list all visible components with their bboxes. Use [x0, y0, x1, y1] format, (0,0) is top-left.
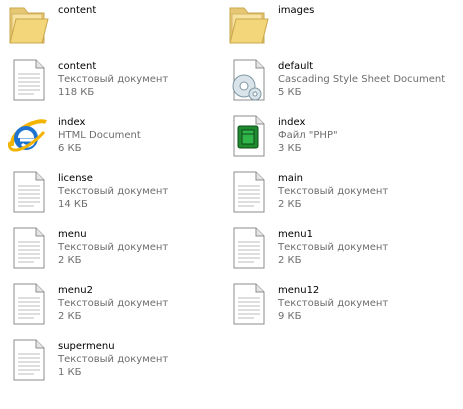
php-document-icon [224, 112, 272, 160]
file-type: Cascading Style Sheet Document [278, 74, 446, 85]
text-document-icon [224, 224, 272, 272]
file-tile-content-folder[interactable]: content [0, 0, 230, 56]
file-name: content [58, 5, 97, 16]
internet-explorer-icon [4, 112, 52, 160]
text-document-icon [4, 280, 52, 328]
file-size: 2 КБ [58, 311, 82, 322]
file-name: menu12 [278, 285, 320, 296]
file-tile-view: content images content Текстовый докумен… [0, 0, 463, 409]
file-size: 9 КБ [278, 311, 302, 322]
file-name: index [278, 117, 306, 128]
file-type: Текстовый документ [58, 242, 169, 253]
file-tile-index-html[interactable]: index HTML Document 6 КБ [0, 112, 230, 168]
file-tile-index-php[interactable]: index Файл "PHP" 3 КБ [220, 112, 450, 168]
file-name: menu1 [278, 229, 313, 240]
file-size: 6 КБ [58, 143, 82, 154]
file-size: 2 КБ [278, 199, 302, 210]
file-tile-menu12-txt[interactable]: menu12 Текстовый документ 9 КБ [220, 280, 450, 336]
file-type: Текстовый документ [58, 74, 169, 85]
file-size: 118 КБ [58, 87, 95, 98]
file-type: Текстовый документ [278, 298, 389, 309]
file-type: Текстовый документ [278, 242, 389, 253]
file-size: 2 КБ [278, 255, 302, 266]
file-type: HTML Document [58, 130, 141, 141]
file-tile-images-folder[interactable]: images [220, 0, 450, 56]
text-document-icon [4, 336, 52, 384]
file-name: images [278, 5, 315, 16]
file-tile-supermenu-txt[interactable]: supermenu Текстовый документ 1 КБ [0, 336, 230, 392]
text-document-icon [4, 168, 52, 216]
file-tile-main-txt[interactable]: main Текстовый документ 2 КБ [220, 168, 450, 224]
text-document-icon [4, 224, 52, 272]
file-size: 14 КБ [58, 199, 88, 210]
file-size: 5 КБ [278, 87, 302, 98]
file-tile-default-css[interactable]: default Cascading Style Sheet Document 5… [220, 56, 450, 112]
folder-icon [4, 0, 52, 48]
file-name: index [58, 117, 86, 128]
file-tile-menu2-txt[interactable]: menu2 Текстовый документ 2 КБ [0, 280, 230, 336]
file-size: 1 КБ [58, 367, 82, 378]
text-document-icon [224, 280, 272, 328]
file-type: Текстовый документ [58, 186, 169, 197]
file-type: Текстовый документ [278, 186, 389, 197]
file-name: menu [58, 229, 87, 240]
file-name: content [58, 61, 97, 72]
file-name: supermenu [58, 341, 115, 352]
file-type: Файл "PHP" [278, 130, 338, 141]
folder-icon [224, 0, 272, 48]
file-name: menu2 [58, 285, 93, 296]
file-name: default [278, 61, 314, 72]
file-type: Текстовый документ [58, 354, 169, 365]
file-tile-menu-txt[interactable]: menu Текстовый документ 2 КБ [0, 224, 230, 280]
file-tile-menu1-txt[interactable]: menu1 Текстовый документ 2 КБ [220, 224, 450, 280]
file-tile-license-txt[interactable]: license Текстовый документ 14 КБ [0, 168, 230, 224]
file-name: main [278, 173, 303, 184]
text-document-icon [224, 168, 272, 216]
file-type: Текстовый документ [58, 298, 169, 309]
file-size: 3 КБ [278, 143, 302, 154]
text-document-icon [4, 56, 52, 104]
file-tile-content-txt[interactable]: content Текстовый документ 118 КБ [0, 56, 230, 112]
css-document-icon [224, 56, 272, 104]
file-size: 2 КБ [58, 255, 82, 266]
file-name: license [58, 173, 93, 184]
